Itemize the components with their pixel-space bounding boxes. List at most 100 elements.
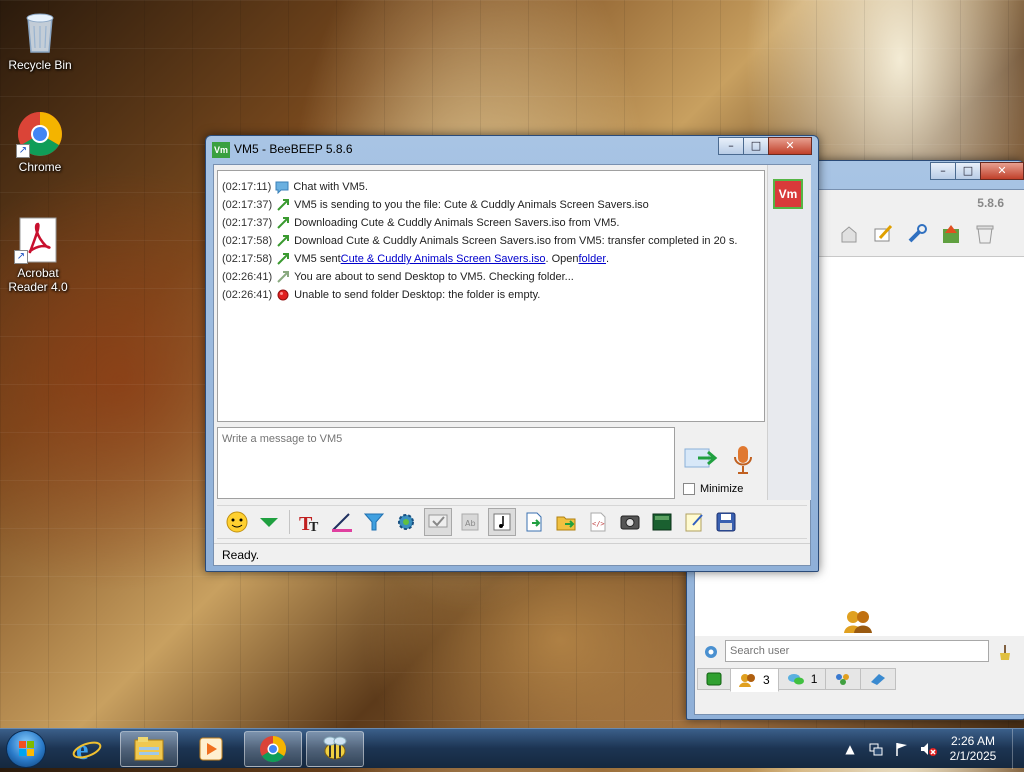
minimize-button[interactable]: – (718, 137, 744, 155)
desktop-icon-recycle-bin[interactable]: Recycle Bin (2, 8, 78, 72)
search-user-input[interactable] (725, 640, 989, 662)
log-line: (02:17:11) Chat with VM5. (222, 181, 368, 195)
log-line: (02:17:58) Download Cute & Cuddly Animal… (222, 234, 738, 248)
maximize-button[interactable]: □ (743, 137, 769, 155)
svg-text:Ab: Ab (465, 519, 476, 528)
folder-link[interactable]: folder (578, 253, 606, 265)
users-tab-icon (706, 672, 722, 686)
windows-logo-icon (19, 741, 34, 756)
main-toolbar (835, 220, 1005, 248)
status-bar: Ready. (214, 543, 810, 565)
svg-text:T: T (309, 520, 319, 533)
tab-chats[interactable]: 1 (777, 668, 827, 690)
sound-note-icon[interactable] (488, 508, 516, 536)
minimize-button[interactable]: – (930, 162, 956, 180)
volume-muted-icon[interactable] (918, 739, 938, 759)
avatar[interactable]: Vm (773, 179, 803, 209)
taskbar-chrome[interactable] (244, 731, 302, 767)
log-line: (02:17:37) VM5 is sending to you the fil… (222, 199, 649, 211)
minimize-checkbox[interactable] (683, 483, 695, 495)
users-placeholder-icon (843, 609, 873, 636)
clear-search-icon[interactable] (997, 643, 1013, 664)
voice-message-icon[interactable] (732, 445, 754, 475)
svg-text:</>: </> (592, 520, 605, 528)
minimize-label: Minimize (700, 483, 744, 495)
error-dot-icon (276, 288, 290, 302)
message-input[interactable] (217, 427, 675, 499)
minimize-checkbox-row[interactable]: Minimize (683, 483, 743, 495)
word-complete-icon[interactable]: Ab (456, 508, 484, 536)
font-color-icon[interactable] (328, 508, 356, 536)
chrome-icon (260, 735, 287, 763)
screenshot-camera-icon[interactable] (616, 508, 644, 536)
maximize-button[interactable]: □ (955, 162, 981, 180)
tab-group[interactable]: 3 (730, 668, 779, 692)
groups-tab-icon (836, 674, 850, 685)
file-transfer-icon (276, 234, 290, 248)
emoticon-dropdown-icon[interactable] (255, 508, 283, 536)
file-transfer-icon (276, 216, 290, 230)
chats-tab-icon (787, 674, 804, 685)
desktop-icon-acrobat[interactable]: ↗ Acrobat Reader 4.0 (0, 216, 76, 294)
edit-status-icon[interactable] (869, 220, 897, 248)
filter-icon[interactable] (360, 508, 388, 536)
save-chat-icon[interactable] (712, 508, 740, 536)
show-hidden-icons-icon[interactable]: ▲ (840, 739, 860, 759)
file-link[interactable]: Cute & Cuddly Animals Screen Savers.iso (341, 253, 546, 265)
group-tab-icon (739, 674, 755, 687)
chat-toolbar: TT Ab </> (217, 505, 807, 539)
chat-window[interactable]: Vm VM5 - BeeBEEP 5.8.6 – □ ✕ Vm (02:17:1… (205, 135, 819, 572)
system-tray: ▲ (840, 729, 944, 769)
settings-gear-icon[interactable] (392, 508, 420, 536)
update-arrow-icon[interactable] (937, 220, 965, 248)
send-file-icon[interactable] (520, 508, 548, 536)
home-icon[interactable] (835, 220, 863, 248)
taskbar: e ▲ 2:26 AM 2/1/2025 (0, 728, 1024, 769)
file-transfer-icon (276, 270, 290, 284)
desktop-icon-label: Acrobat Reader 4.0 (8, 266, 68, 294)
desktop-icon-label: Chrome (18, 160, 62, 174)
trash-icon[interactable] (971, 220, 999, 248)
taskbar-media-player[interactable] (182, 731, 240, 767)
settings-wrench-icon[interactable] (903, 220, 931, 248)
log-line: (02:17:37) Downloading Cute & Cuddly Ani… (222, 216, 620, 230)
toolbar-separator (289, 510, 290, 534)
font-icon[interactable]: TT (296, 508, 324, 536)
html-code-icon[interactable]: </> (584, 508, 612, 536)
emoticon-icon[interactable] (223, 508, 251, 536)
member-strip (767, 165, 811, 500)
action-center-flag-icon[interactable] (892, 739, 912, 759)
message-log[interactable]: (02:17:11) Chat with VM5. (02:17:37) VM5… (217, 170, 765, 422)
taskbar-clock[interactable]: 2:26 AM 2/1/2025 (940, 734, 1006, 764)
taskbar-file-explorer[interactable] (120, 731, 178, 767)
tab-group-count: 3 (763, 673, 770, 687)
tab-groups[interactable] (825, 668, 862, 690)
desktop-icon-chrome[interactable]: ↗ Chrome (2, 110, 78, 174)
close-button[interactable]: ✕ (768, 137, 812, 155)
chat-window-titlebar[interactable]: Vm VM5 - BeeBEEP 5.8.6 – □ ✕ (206, 136, 818, 164)
send-message-icon[interactable] (684, 445, 718, 471)
search-filter-icon[interactable] (703, 644, 719, 663)
shortcut-arrow-icon: ↗ (14, 250, 28, 264)
show-desktop-button[interactable] (1012, 729, 1024, 769)
tab-share[interactable] (860, 668, 897, 690)
version-label: 5.8.6 (977, 196, 1004, 210)
send-folder-icon[interactable] (552, 508, 580, 536)
spell-check-icon[interactable] (424, 508, 452, 536)
taskbar-beebeep[interactable] (306, 731, 364, 767)
start-button[interactable] (6, 730, 46, 768)
tab-chats-count: 1 (810, 672, 818, 686)
notes-icon[interactable] (680, 508, 708, 536)
main-tabs: 3 1 (695, 668, 1024, 692)
network-icon[interactable] (866, 739, 886, 759)
tab-users[interactable] (697, 668, 731, 690)
log-line: (02:26:41) You are about to send Desktop… (222, 270, 574, 284)
window-title: VM5 - BeeBEEP 5.8.6 (234, 142, 353, 156)
internet-explorer-icon: e (72, 735, 102, 764)
chat-window-body: Vm (02:17:11) Chat with VM5. (02:17:37) … (213, 164, 811, 566)
log-line: (02:26:41) Unable to send folder Desktop… (222, 288, 541, 302)
close-button[interactable]: ✕ (980, 162, 1024, 180)
taskbar-internet-explorer[interactable]: e (58, 731, 116, 767)
screen-capture-icon[interactable] (648, 508, 676, 536)
chrome-icon: ↗ (16, 110, 64, 158)
